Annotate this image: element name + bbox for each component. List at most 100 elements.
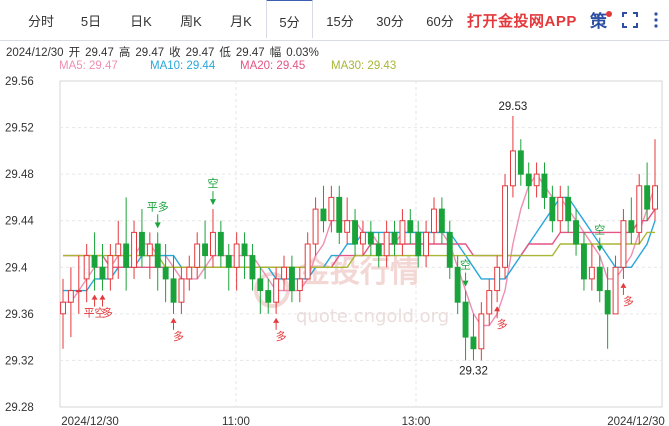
watermark-url: quote.cngold.org xyxy=(296,306,449,327)
signal-label: 平空 xyxy=(84,306,106,320)
tab-5[interactable]: 月K xyxy=(218,0,264,40)
y-tick-label: 29.56 xyxy=(5,76,34,88)
candle xyxy=(581,232,587,291)
buy-arrow-icon xyxy=(494,306,501,312)
candle xyxy=(162,244,169,303)
candle xyxy=(139,209,145,268)
candle xyxy=(541,162,548,210)
candle-body xyxy=(502,185,509,268)
candle-body xyxy=(67,290,74,303)
candle xyxy=(320,185,327,233)
candle-body xyxy=(233,243,240,268)
candle-body xyxy=(249,255,256,280)
candle xyxy=(241,232,248,279)
open-app-link[interactable]: 打开金投网APP xyxy=(467,0,577,40)
candle xyxy=(360,220,366,256)
candle-body xyxy=(320,208,327,222)
candle xyxy=(83,244,90,303)
y-tick-label: 29.32 xyxy=(5,355,34,367)
candle xyxy=(210,209,216,268)
candle xyxy=(257,267,264,314)
candle-body xyxy=(604,290,611,315)
candle-body xyxy=(186,266,193,280)
candle xyxy=(123,197,130,291)
strategy-button[interactable]: 策 xyxy=(590,0,607,40)
open-value: 29.47 xyxy=(85,47,114,59)
tab-4[interactable]: 周K xyxy=(168,0,214,40)
fullscreen-icon[interactable] xyxy=(622,12,638,28)
ma20-legend: MA20: 29.45 xyxy=(240,60,306,72)
candle xyxy=(549,185,556,233)
signal-label: 平多 xyxy=(147,199,169,213)
more-vertical-icon[interactable] xyxy=(650,11,662,29)
tab-8[interactable]: 30分 xyxy=(367,0,413,40)
candle-body xyxy=(494,266,501,292)
candle-body xyxy=(131,231,138,268)
change-value: 0.03% xyxy=(286,47,319,59)
watermark-logo-icon xyxy=(254,272,290,308)
candle xyxy=(107,244,114,291)
candle-body xyxy=(557,196,564,222)
candle-body xyxy=(652,185,658,210)
candle-body xyxy=(565,196,572,222)
open-label: 开 xyxy=(68,47,81,59)
candle xyxy=(517,139,524,186)
candle xyxy=(115,220,122,279)
tab-6[interactable]: 5分 xyxy=(266,0,313,38)
period-tabs-bar: 分时 5日 日K 周K 月K 5分 15分 30分 60分 打开金投网APP 策 xyxy=(0,0,669,41)
candle xyxy=(233,232,240,291)
candle-body xyxy=(581,243,587,280)
candle xyxy=(494,255,501,303)
candle xyxy=(312,197,319,256)
tab-2[interactable]: 5日 xyxy=(68,0,114,40)
candle-body xyxy=(91,255,98,268)
change-label: 幅 xyxy=(269,47,282,59)
x-tick-label: 2024/12/30 xyxy=(607,416,665,426)
candle xyxy=(281,255,288,291)
chart-grid xyxy=(59,80,663,408)
candle xyxy=(391,220,398,256)
candle xyxy=(462,290,469,361)
candle xyxy=(170,255,177,314)
candle-body xyxy=(454,266,461,303)
candle xyxy=(67,267,74,338)
candle xyxy=(75,255,82,314)
tab-7[interactable]: 15分 xyxy=(317,0,363,40)
candle xyxy=(502,174,509,279)
axes: 29.56 29.52 29.48 29.44 29.4 29.36 29.32 29.28 2… xyxy=(5,76,665,426)
quote-summary: 2024/12/30 开 29.47 高 29.47 收 29.47 低 29.47 幅 0.03% xyxy=(6,44,324,60)
candle-body xyxy=(312,208,319,245)
x-tick-label: 2024/12/30 xyxy=(61,416,119,426)
candle xyxy=(383,220,390,268)
candle-body xyxy=(375,243,382,257)
signal-label: 空 xyxy=(207,176,218,190)
tab-1[interactable]: 分时 xyxy=(18,0,64,40)
candle xyxy=(178,267,185,314)
candle-body xyxy=(115,243,122,257)
candle-body xyxy=(265,290,272,303)
signal-buy: 平空 xyxy=(84,294,106,320)
tab-9[interactable]: 60分 xyxy=(417,0,463,40)
candle-body xyxy=(360,231,366,245)
candle-body xyxy=(525,173,532,187)
y-tick-label: 29.52 xyxy=(5,123,34,135)
candle-body xyxy=(107,255,114,280)
ma30-legend: MA30: 29.43 xyxy=(331,60,397,72)
candle xyxy=(415,220,422,268)
candle xyxy=(557,185,564,233)
candle-body xyxy=(281,266,288,280)
candle xyxy=(146,232,153,279)
candles xyxy=(60,115,658,361)
candle-body xyxy=(470,336,477,350)
tab-3[interactable]: 日K xyxy=(118,0,164,40)
buy-arrow-icon xyxy=(99,294,106,300)
y-tick-label: 29.36 xyxy=(5,309,34,321)
candle xyxy=(352,209,359,256)
annotation-high: 29.53 xyxy=(499,101,528,113)
candle xyxy=(525,162,532,210)
watermark: 金投行情 quote.cngold.org xyxy=(254,255,449,327)
signal-buy: 多 xyxy=(494,306,508,331)
candle xyxy=(628,197,635,244)
ma-line-ma5 xyxy=(63,172,656,327)
candle-body xyxy=(486,290,493,315)
